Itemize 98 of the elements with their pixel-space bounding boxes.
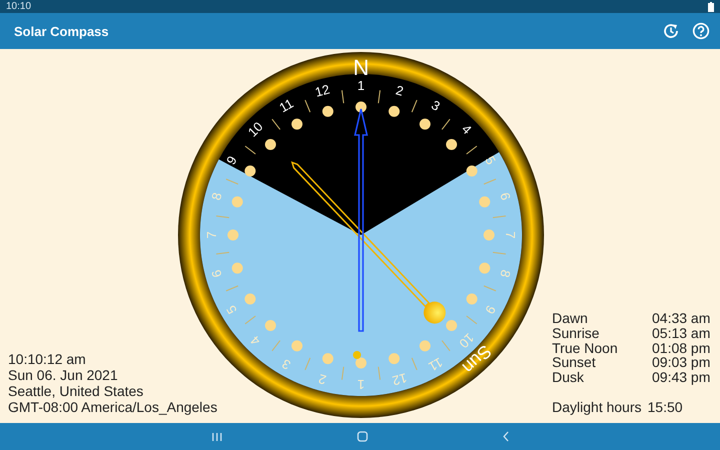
hour-tick [411,357,418,370]
hour-dot [466,294,478,304]
event-name: True Noon [552,340,619,356]
hour-tick [378,90,381,104]
event-time: 05:13 am [652,326,712,341]
hour-label: 3 [279,356,294,373]
hour-dot [322,353,334,364]
daylight-label: Daylight hours [552,399,642,415]
location-info-text: Seattle, United States [8,383,144,399]
hour-label: 10 [244,118,266,140]
hour-tick [483,285,496,292]
hour-tick [492,215,506,218]
hour-dot [420,340,430,352]
hour-label: 7 [503,231,518,239]
event-name: Sunrise [552,326,600,341]
daylight-value: 15:50 [648,399,683,415]
hour-label: 10 [456,330,478,352]
hour-label: 1 [357,377,365,392]
hour-tick [226,178,239,185]
back-icon [502,431,510,442]
hour-dot [356,358,366,368]
hour-tick [492,252,506,255]
hour-dot [479,262,490,274]
clock-refresh-icon [662,22,680,40]
hour-label: 4 [247,332,264,349]
hour-label: 2 [316,371,328,388]
hour-label: 8 [497,268,514,280]
hour-dot [232,262,243,274]
hour-dot [446,139,457,150]
location-info-text: Sun 06. Jun 2021 [8,367,119,383]
location-info-text: 10:10:12 am [8,351,87,367]
hour-tick [441,340,450,352]
hour-label: 7 [204,231,219,239]
hour-dot [244,294,256,304]
help-icon [692,22,710,40]
hour-dot [484,230,494,240]
hour-tick [272,340,281,352]
hour-label: 11 [276,96,296,116]
event-time: 09:43 pm [652,370,712,385]
hour-label: 12 [313,81,332,100]
hour-tick [411,100,418,113]
hour-label: 5 [482,153,499,168]
hour-dot [479,196,490,208]
status-time: 10:10 [6,1,32,12]
hour-dot [420,118,430,130]
hour-label: 8 [208,190,225,202]
hour-label: 6 [208,268,225,280]
hour-tick [466,146,478,155]
hour-label: 5 [223,302,240,317]
hour-tick [216,215,230,218]
recent-apps-icon [210,432,222,442]
home-icon [356,431,368,442]
hour-label: 2 [394,82,406,99]
hour-tick [304,357,311,370]
hour-tick [341,90,344,104]
hour-dot [356,102,366,112]
event-name: Dusk [552,370,585,385]
event-time: 09:03 pm [652,355,712,370]
hour-label: 11 [426,354,446,374]
hour-tick [378,366,381,380]
hour-dot [265,139,276,150]
event-name: Dawn [552,311,589,326]
hour-dot [244,166,256,176]
hour-dot [232,196,243,208]
hour-label: 12 [390,370,409,389]
hour-tick [226,285,239,292]
hour-tick [244,315,256,324]
home-button[interactable] [354,429,370,444]
hour-dot [388,353,400,364]
hour-dot [292,340,302,352]
hour-tick [244,146,256,155]
hour-dot [388,106,400,117]
hour-dot [292,118,302,130]
battery-icon [708,2,714,12]
north-label: N [353,55,369,80]
hour-tick [441,118,450,130]
hour-label: 1 [357,78,365,93]
location-info-text: GMT-08:00 America/Los_Angeles [8,399,218,415]
event-time: 04:33 am [652,311,712,326]
event-name: Sunset [552,355,597,370]
hour-dot [446,320,457,331]
hour-tick [272,118,281,130]
hour-tick [341,366,344,380]
hour-dot [265,320,276,331]
hour-tick [466,315,478,324]
hour-dot [466,166,478,176]
hour-tick [216,252,230,255]
hour-dot [322,106,334,117]
event-time: 01:08 pm [652,340,712,356]
app-title: Solar Compass [14,24,110,38]
hour-label: 3 [428,97,443,114]
hour-dot [228,230,238,240]
hour-label: 9 [223,153,240,168]
hour-tick [304,100,311,113]
hour-label: 6 [497,190,514,202]
hour-tick [483,178,496,185]
hour-label: 9 [482,302,499,317]
hour-label: 4 [458,121,475,138]
